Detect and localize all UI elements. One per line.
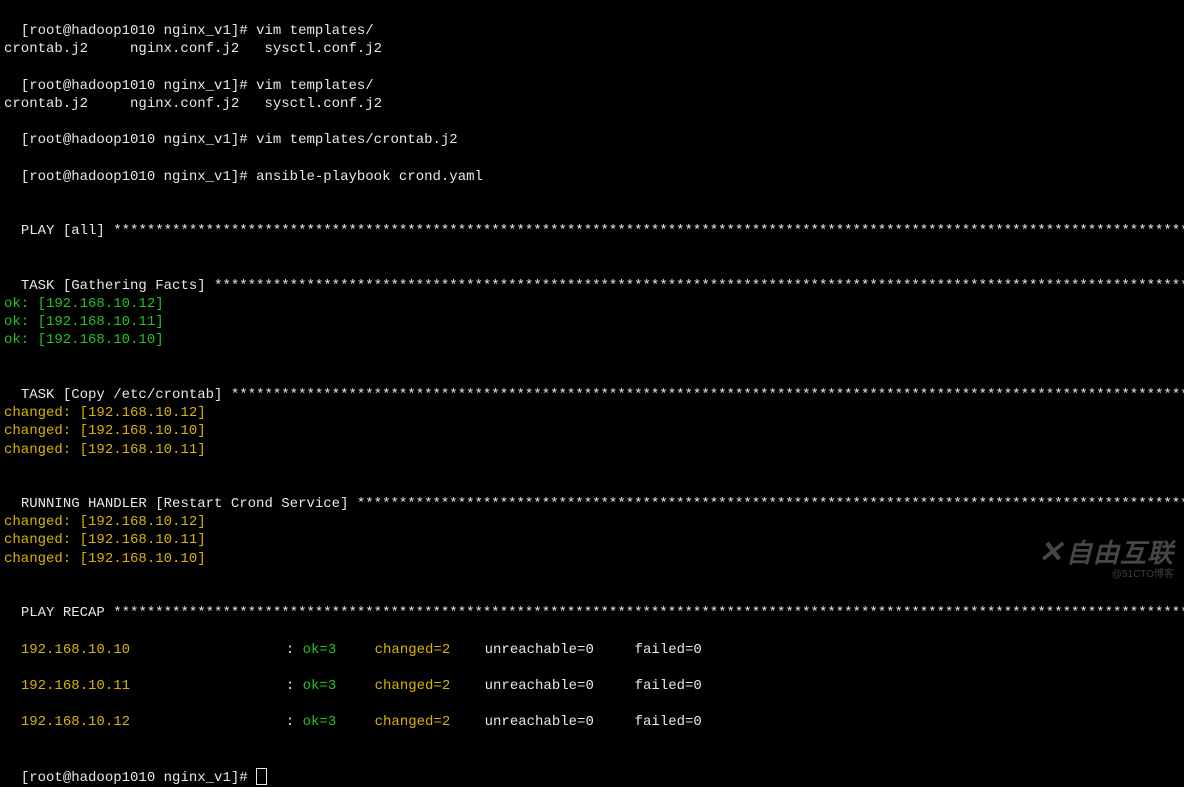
status-changed: changed: [192.168.10.12] <box>4 513 1180 531</box>
recap-failed: failed=0 <box>635 641 702 659</box>
asterisks: ****************************************… <box>113 223 1184 239</box>
status-changed: changed: [192.168.10.11] <box>4 441 1180 459</box>
cmd-line: [root@hadoop1010 nginx_v1]# ansible-play… <box>4 150 1180 186</box>
asterisks: ****************************************… <box>231 387 1184 403</box>
task-copy-header: TASK [Copy /etc/crontab] ***************… <box>4 368 1180 404</box>
task-label: TASK [Gathering Facts] <box>21 278 214 294</box>
recap-header: PLAY RECAP *****************************… <box>4 586 1180 622</box>
status-ok: ok: [192.168.10.10] <box>4 331 1180 349</box>
recap-unreach: unreachable=0 <box>485 713 635 731</box>
status-changed: changed: [192.168.10.10] <box>4 550 1180 568</box>
recap-failed: failed=0 <box>635 713 702 731</box>
cmd-line: [root@hadoop1010 nginx_v1]# vim template… <box>4 113 1180 149</box>
status-ok: ok: [192.168.10.12] <box>4 295 1180 313</box>
play-header: PLAY [all] *****************************… <box>4 204 1180 240</box>
prompt: [root@hadoop1010 nginx_v1]# <box>21 132 256 148</box>
status-changed: changed: [192.168.10.11] <box>4 531 1180 549</box>
cmd-text: vim templates/ <box>256 78 374 94</box>
sep: : <box>286 678 303 694</box>
prompt-line[interactable]: [root@hadoop1010 nginx_v1]# <box>4 750 1180 787</box>
recap-row: 192.168.10.11: ok=3changed=2unreachable=… <box>4 659 1180 695</box>
handler-header: RUNNING HANDLER [Restart Crond Service] … <box>4 477 1180 513</box>
recap-unreach: unreachable=0 <box>485 641 635 659</box>
recap-unreach: unreachable=0 <box>485 677 635 695</box>
prompt: [root@hadoop1010 nginx_v1]# <box>21 78 256 94</box>
prompt: [root@hadoop1010 nginx_v1]# <box>21 770 256 786</box>
file-list: crontab.j2 nginx.conf.j2 sysctl.conf.j2 <box>4 95 1180 113</box>
asterisks: ****************************************… <box>357 496 1184 512</box>
recap-changed: changed=2 <box>375 677 485 695</box>
recap-label: PLAY RECAP <box>21 605 113 621</box>
blank <box>4 240 1180 258</box>
cmd-line: [root@hadoop1010 nginx_v1]# vim template… <box>4 59 1180 95</box>
task-gather-header: TASK [Gathering Facts] *****************… <box>4 259 1180 295</box>
recap-row: 192.168.10.12: ok=3changed=2unreachable=… <box>4 695 1180 731</box>
recap-host: 192.168.10.12 <box>21 713 286 731</box>
cmd-line: [root@hadoop1010 nginx_v1]# vim template… <box>4 4 1180 40</box>
status-changed: changed: [192.168.10.10] <box>4 422 1180 440</box>
recap-ok: ok=3 <box>303 641 375 659</box>
blank <box>4 732 1180 750</box>
file-list: crontab.j2 nginx.conf.j2 sysctl.conf.j2 <box>4 40 1180 58</box>
blank <box>4 186 1180 204</box>
asterisks: ****************************************… <box>214 278 1184 294</box>
blank <box>4 459 1180 477</box>
prompt: [root@hadoop1010 nginx_v1]# <box>21 169 256 185</box>
cmd-text: vim templates/ <box>256 23 374 39</box>
recap-host: 192.168.10.11 <box>21 677 286 695</box>
blank <box>4 568 1180 586</box>
prompt: [root@hadoop1010 nginx_v1]# <box>21 23 256 39</box>
recap-ok: ok=3 <box>303 677 375 695</box>
status-changed: changed: [192.168.10.12] <box>4 404 1180 422</box>
recap-host: 192.168.10.10 <box>21 641 286 659</box>
recap-failed: failed=0 <box>635 677 702 695</box>
blank <box>4 350 1180 368</box>
recap-row: 192.168.10.10: ok=3changed=2unreachable=… <box>4 622 1180 658</box>
recap-ok: ok=3 <box>303 713 375 731</box>
cmd-text: vim templates/crontab.j2 <box>256 132 458 148</box>
task-label: TASK [Copy /etc/crontab] <box>21 387 231 403</box>
status-ok: ok: [192.168.10.11] <box>4 313 1180 331</box>
recap-changed: changed=2 <box>375 641 485 659</box>
handler-label: RUNNING HANDLER [Restart Crond Service] <box>21 496 357 512</box>
sep: : <box>286 642 303 658</box>
recap-changed: changed=2 <box>375 713 485 731</box>
play-label: PLAY [all] <box>21 223 113 239</box>
sep: : <box>286 714 303 730</box>
cmd-text: ansible-playbook crond.yaml <box>256 169 483 185</box>
asterisks: ****************************************… <box>113 605 1184 621</box>
cursor-icon <box>256 768 267 785</box>
